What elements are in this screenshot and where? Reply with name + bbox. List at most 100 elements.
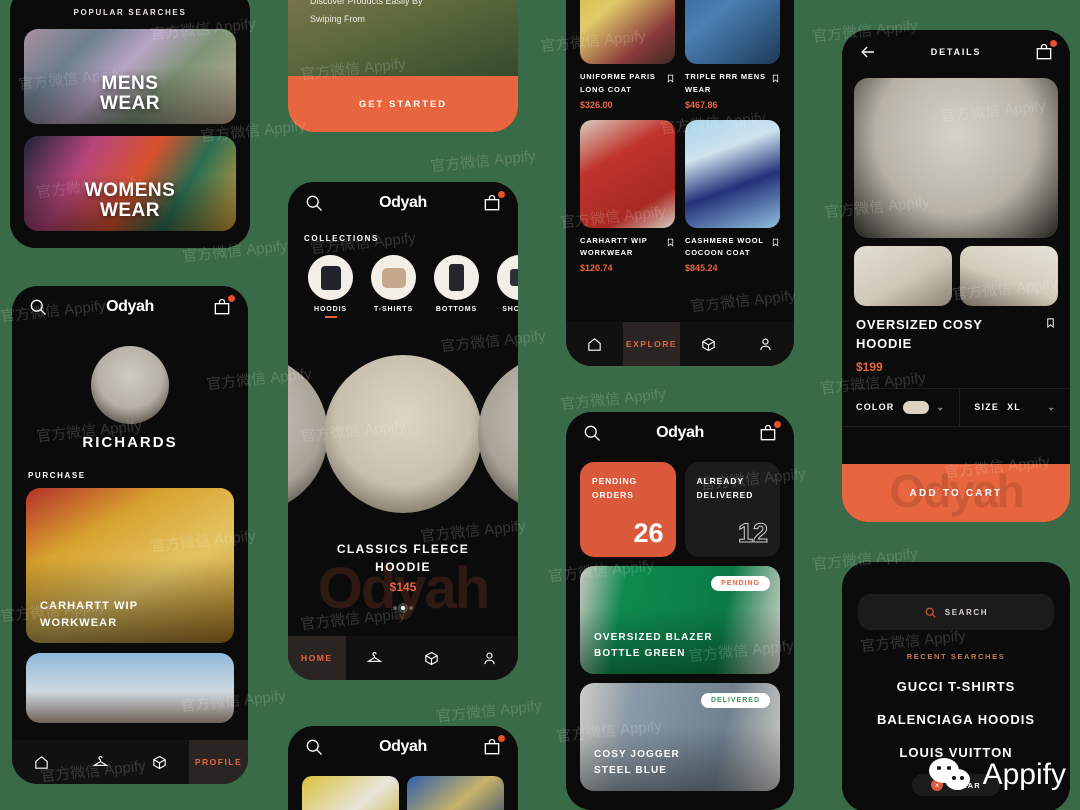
product-thumbnail[interactable] [854, 246, 952, 306]
search-icon[interactable] [304, 737, 324, 757]
subtitle-line-1: Discover Products Easily By [310, 0, 423, 6]
details-screen: DETAILS OVERSIZED COSY HOODIE $199 COLOR… [842, 30, 1070, 522]
stat-count: 26 [633, 518, 664, 548]
name-line-1: CARHARTT WIP [580, 235, 648, 245]
order-card[interactable]: PENDING OVERSIZED BLAZER BOTTLE GREEN [580, 566, 780, 674]
nav-item-home[interactable] [566, 322, 623, 366]
nav-item-orders[interactable] [403, 636, 461, 680]
stat-title: ALREADY DELIVERED [697, 474, 769, 503]
product-card[interactable]: UNIFORME PARIS LONG COAT $326.00 [580, 0, 675, 110]
hero-slide-next[interactable] [478, 355, 518, 513]
bookmark-icon[interactable] [666, 235, 675, 247]
product-meta: CARHARTT WIP WORKWEAR [580, 235, 675, 261]
collection-item-bottoms[interactable]: BOTTOMS [430, 255, 483, 318]
profile-name: RICHARDS [82, 434, 178, 451]
nav-item-orders[interactable] [680, 322, 737, 366]
search-icon[interactable] [28, 297, 48, 317]
product-meta: CASHMERE WOOL COCOON COAT [685, 235, 780, 261]
stat-card-already-delivered[interactable]: ALREADY DELIVERED 12 [684, 462, 780, 557]
carousel-dot[interactable] [393, 606, 397, 610]
nav-item-shop[interactable] [346, 636, 404, 680]
product-options: COLOR ⌄ SIZE XL ⌄ [842, 387, 1070, 427]
collection-item-tshirts[interactable]: T-SHIRTS [367, 255, 420, 318]
product-main-image[interactable] [854, 78, 1058, 238]
size-selector[interactable]: SIZE XL ⌄ [959, 388, 1070, 426]
product-price: $120.74 [580, 263, 613, 273]
collections-row: HOODIS T-SHIRTS BOTTOMS SHORTS [288, 243, 518, 318]
bag-icon[interactable] [212, 295, 235, 317]
label-line-2: WORKWEAR [40, 616, 118, 629]
back-arrow-icon[interactable] [858, 42, 878, 62]
stat-card-pending-orders[interactable]: PENDING ORDERS 26 [580, 462, 676, 557]
category-card-mens-wear[interactable]: MENS WEAR [24, 29, 236, 124]
nav-item-profile[interactable] [461, 636, 519, 680]
product-card[interactable]: TRIPLE RRR MENS WEAR $467.86 [685, 0, 780, 110]
purchase-item-card[interactable]: CARHARTT WIP WORKWEAR [26, 488, 234, 643]
bag-icon[interactable] [758, 421, 781, 443]
nav-item-shop[interactable] [71, 740, 130, 784]
label-line-1: CARHARTT WIP [40, 600, 139, 612]
user-icon [757, 336, 774, 353]
bag-icon[interactable] [482, 735, 505, 757]
nav-item-profile[interactable] [737, 322, 794, 366]
product-image [580, 119, 675, 228]
nav-item-profile[interactable]: PROFILE [189, 740, 248, 784]
product-card[interactable]: CARHARTT WIP WORKWEAR $120.74 [580, 119, 675, 273]
hero-slide-prev[interactable] [288, 355, 328, 513]
collection-item-hoodis[interactable]: HOODIS [304, 255, 357, 318]
bookmark-icon[interactable] [666, 71, 675, 83]
product-meta: TRIPLE RRR MENS WEAR [685, 71, 780, 97]
add-to-cart-button[interactable]: Odyah ADD TO CART [842, 464, 1070, 522]
product-name: CARHARTT WIP WORKWEAR [580, 235, 648, 261]
order-card[interactable]: DELIVERED COSY JOGGER STEEL BLUE [580, 683, 780, 791]
stat-count: 12 [737, 518, 768, 548]
name-line-2: WEAR [685, 84, 712, 94]
nav-item-orders[interactable] [130, 740, 189, 784]
popular-searches-screen: POPULAR SEARCHES MENS WEAR WOMENS WEAR [10, 0, 250, 248]
recent-search-item[interactable]: GUCCI T-SHIRTS [842, 679, 1070, 694]
carousel-dots[interactable] [288, 606, 518, 610]
hanger-icon [92, 754, 109, 771]
product-price: $199 [856, 359, 883, 374]
avatar[interactable] [91, 346, 169, 424]
product-thumb[interactable] [407, 776, 504, 810]
status-badge: DELIVERED [700, 693, 770, 708]
search-icon[interactable] [582, 423, 602, 443]
nav-item-explore[interactable]: EXPLORE [623, 322, 680, 366]
category-card-womens-wear[interactable]: WOMENS WEAR [24, 136, 236, 231]
carousel-dot-active[interactable] [401, 606, 405, 610]
collection-item-shorts[interactable]: SHORTS [493, 255, 518, 318]
product-card[interactable]: CASHMERE WOOL COCOON COAT $845.24 [685, 119, 780, 273]
watermark-text: 官方微信 Appify [429, 147, 537, 176]
label-line-1: WOMENS [84, 180, 176, 202]
order-product-name: OVERSIZED BLAZER BOTTLE GREEN [580, 630, 727, 674]
bag-icon[interactable] [1034, 40, 1057, 62]
bag-icon[interactable] [482, 191, 505, 213]
carousel-dot[interactable] [409, 606, 413, 610]
nav-item-home[interactable]: HOME [288, 636, 346, 680]
bookmark-icon[interactable] [1045, 316, 1056, 330]
hero-slide-current[interactable] [324, 355, 482, 513]
product-meta: UNIFORME PARIS LONG COAT [580, 71, 675, 97]
clear-button[interactable]: × CLEAR [912, 774, 1000, 796]
recent-search-item[interactable]: LOUIS VUITTON [842, 745, 1070, 760]
search-icon[interactable] [304, 193, 324, 213]
product-title-row: OVERSIZED COSY HOODIE [842, 306, 1070, 354]
get-started-button[interactable]: GET STARTED [288, 76, 518, 132]
purchase-item-card-secondary[interactable] [26, 653, 234, 723]
bag-badge-dot [773, 421, 781, 428]
color-selector[interactable]: COLOR ⌄ [842, 389, 959, 426]
box-icon [151, 754, 168, 771]
phone-explore: UNIFORME PARIS LONG COAT $326.00 TRIPLE … [566, 0, 794, 366]
search-input[interactable]: SEARCH [858, 594, 1054, 630]
home-secondary-screen: Odyah [288, 726, 518, 810]
name-line-2: COCOON COAT [685, 248, 751, 258]
hero-carousel[interactable] [288, 334, 518, 534]
product-name: UNIFORME PARIS LONG COAT [580, 71, 656, 97]
bookmark-icon[interactable] [771, 71, 780, 83]
bookmark-icon[interactable] [771, 235, 780, 247]
recent-search-item[interactable]: BALENCIAGA HOODIS [842, 712, 1070, 727]
product-thumb[interactable] [302, 776, 399, 810]
nav-item-home[interactable] [12, 740, 71, 784]
product-thumbnail[interactable] [960, 246, 1058, 306]
